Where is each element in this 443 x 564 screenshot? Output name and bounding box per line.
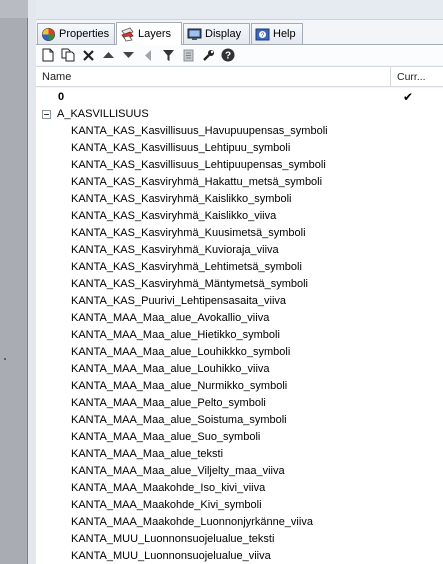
tab-label: Display [205,28,242,40]
left-panel-header [0,0,28,18]
layer-name: KANTA_KAS_Puurivi_Lehtipensasaita_viiva [71,295,287,307]
layer-name: KANTA_KAS_Kasviryhmä_Kaislikko_viiva [71,210,277,222]
layer-row[interactable]: KANTA_MAA_Maa_alue_Hietikko_symboli [36,327,443,344]
layer-row[interactable]: KANTA_KAS_Kasvillisuus_Lehtipuu_symboli [36,140,443,157]
layer-name: KANTA_KAS_Kasvillisuus_Havupuupensas_sym… [71,125,328,137]
layer-row[interactable]: KANTA_KAS_Kasviryhmä_Kaislikko_viiva [36,208,443,225]
collapse-toggle[interactable] [42,110,51,119]
tab-layers[interactable]: Layers [116,22,182,45]
layer-name: KANTA_MAA_Maakohde_Luonnonjyrkänne_viiva [71,516,313,528]
filter-icon[interactable] [160,47,176,63]
column-current[interactable]: Curr... [391,71,426,83]
layer-name: KANTA_MAA_Maa_alue_Louhikko_viiva [71,363,270,375]
layer-name: KANTA_MAA_Maakohde_Iso_kivi_viiva [71,482,266,494]
column-name[interactable]: Name [36,71,390,83]
tab-label: Properties [59,28,110,40]
layers-toolbar: ? [36,45,443,65]
layers-icon [120,27,135,42]
layer-name: KANTA_MUU_Luonnonsuojelualue_viiva [71,550,271,562]
layer-row[interactable]: KANTA_MAA_Maa_alue_Soistuma_symboli [36,412,443,429]
svg-text:?: ? [225,51,231,62]
tab-display[interactable]: Display [183,23,250,44]
layer-row[interactable]: KANTA_MUU_Luonnonsuojelualue_teksti [36,531,443,548]
layer-name: KANTA_MAA_Maa_alue_Nurmikko_symboli [71,380,288,392]
layer-name: KANTA_KAS_Kasviryhmä_Kuvioraja_viiva [71,244,279,256]
layer-row-group[interactable]: A_KASVILLISUUS [36,106,443,123]
layer-row[interactable]: KANTA_MAA_Maakohde_Luonnonjyrkänne_viiva [36,514,443,531]
layer-row[interactable]: KANTA_MAA_Maa_alue_Suo_symboli [36,429,443,446]
layer-name: KANTA_KAS_Kasvillisuus_Lehtipuupensas_sy… [71,159,326,171]
new-layer-icon[interactable] [40,47,56,63]
layer-row[interactable]: KANTA_MAA_Maa_alue_Louhikkko_symboli [36,344,443,361]
layer-row[interactable]: KANTA_KAS_Kasviryhmä_Hakattu_metsä_symbo… [36,174,443,191]
layer-name: KANTA_MAA_Maakohde_Kivi_symboli [71,499,262,511]
layer-row[interactable]: KANTA_KAS_Kasviryhmä_Kuusimetsä_symboli [36,225,443,242]
layer-row[interactable]: KANTA_KAS_Puurivi_Lehtipensasaita_viiva [36,293,443,310]
layer-row-root[interactable]: 0 ✔ [36,89,443,106]
layer-tools-icon[interactable] [180,47,196,63]
panel-title-strip [36,0,443,20]
layer-row[interactable]: KANTA_MAA_Maakohde_Kivi_symboli [36,497,443,514]
layer-name: KANTA_MAA_Maa_alue_Louhikkko_symboli [71,346,291,358]
layer-row[interactable]: KANTA_MAA_Maa_alue_teksti [36,446,443,463]
layer-row[interactable]: KANTA_MAA_Maakohde_Iso_kivi_viiva [36,480,443,497]
layer-row[interactable]: KANTA_MUU_Luonnonsuojelualue_viiva [36,548,443,564]
layer-row[interactable]: KANTA_MAA_Maa_alue_Pelto_symboli [36,395,443,412]
layer-row[interactable]: KANTA_KAS_Kasviryhmä_Kaislikko_symboli [36,191,443,208]
layer-name: KANTA_MAA_Maa_alue_Pelto_symboli [71,397,266,409]
tab-label: Layers [138,28,172,40]
wrench-icon[interactable] [200,47,216,63]
layer-row[interactable]: KANTA_MAA_Maa_alue_Avokallio_viiva [36,310,443,327]
layer-name: A_KASVILLISUUS [57,108,149,120]
layer-name: KANTA_MAA_Maa_alue_Hietikko_symboli [71,329,280,341]
layer-name: KANTA_MAA_Maa_alue_Suo_symboli [71,431,261,443]
move-up-icon[interactable] [100,47,116,63]
help-question-icon[interactable]: ? [220,47,236,63]
layer-row[interactable]: KANTA_MAA_Maa_alue_Nurmikko_symboli [36,378,443,395]
layer-name: 0 [58,91,65,103]
layer-name: KANTA_MUU_Luonnonsuojelualue_teksti [71,533,275,545]
panel-tabs: Properties Layers Display ? Help [36,22,443,45]
tab-properties[interactable]: Properties [37,23,115,44]
move-left-icon[interactable] [140,47,156,63]
layer-row[interactable]: KANTA_MAA_Maa_alue_Louhikko_viiva [36,361,443,378]
layer-name: KANTA_MAA_Maa_alue_Avokallio_viiva [71,312,270,324]
layer-row[interactable]: KANTA_KAS_Kasviryhmä_Lehtimetsä_symboli [36,259,443,276]
layer-name: KANTA_KAS_Kasviryhmä_Kaislikko_symboli [71,193,292,205]
layers-panel: Properties Layers Display ? Help ? Name … [36,0,443,564]
layer-row[interactable]: KANTA_KAS_Kasviryhmä_Mäntymetsä_symboli [36,276,443,293]
delete-icon[interactable] [80,47,96,63]
layer-name: KANTA_KAS_Kasvillisuus_Lehtipuu_symboli [71,142,291,154]
layer-row[interactable]: KANTA_KAS_Kasvillisuus_Havupuupensas_sym… [36,123,443,140]
display-icon [187,27,202,42]
layer-name: KANTA_MAA_Maa_alue_Soistuma_symboli [71,414,287,426]
tab-help[interactable]: ? Help [251,23,303,44]
layers-column-header: Name Curr... [36,66,443,87]
help-icon: ? [255,27,270,42]
move-down-icon[interactable] [120,47,136,63]
tab-label: Help [273,28,296,40]
current-layer-check: ✔ [403,90,414,104]
layer-name: KANTA_KAS_Kasviryhmä_Lehtimetsä_symboli [71,261,302,273]
layer-name: KANTA_KAS_Kasviryhmä_Kuusimetsä_symboli [71,227,306,239]
layer-name: KANTA_MAA_Maa_alue_teksti [71,448,224,460]
layer-name: KANTA_KAS_Kasviryhmä_Mäntymetsä_symboli [71,278,308,290]
layer-row[interactable]: KANTA_MAA_Maa_alue_Viljelty_maa_viiva [36,463,443,480]
left-panel-edge [0,0,28,564]
properties-icon [41,27,56,42]
layer-name: KANTA_MAA_Maa_alue_Viljelty_maa_viiva [71,465,285,477]
layers-list: 0 ✔ A_KASVILLISUUS KANTA_KAS_Kasvillisuu… [36,88,443,564]
panel-splitter[interactable] [28,0,36,564]
new-sublayer-icon[interactable] [60,47,76,63]
layer-row[interactable]: KANTA_KAS_Kasviryhmä_Kuvioraja_viiva [36,242,443,259]
splitter-grip[interactable] [4,358,6,360]
layer-name: KANTA_KAS_Kasviryhmä_Hakattu_metsä_symbo… [71,176,323,188]
layer-row[interactable]: KANTA_KAS_Kasvillisuus_Lehtipuupensas_sy… [36,157,443,174]
